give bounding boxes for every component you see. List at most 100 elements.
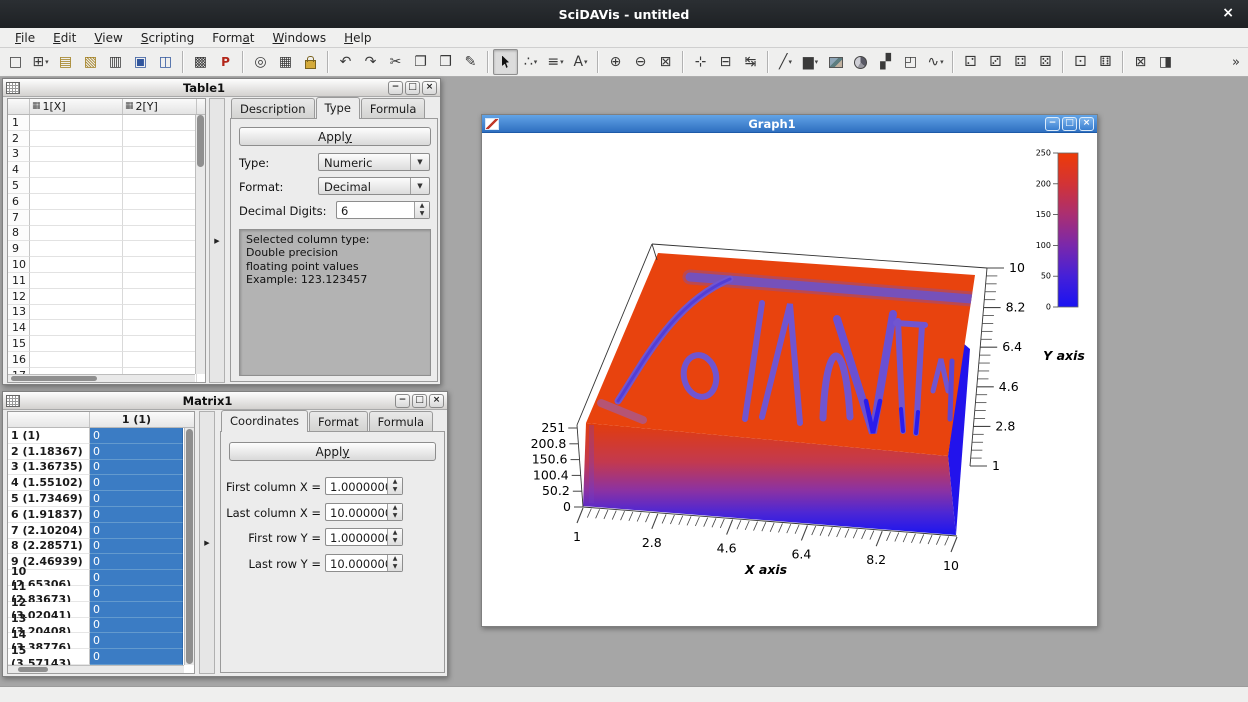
matrix1-close-button[interactable]: × — [429, 394, 444, 408]
toolbar-overflow-icon[interactable]: » — [1232, 55, 1240, 70]
spin-arrows[interactable]: ▲▼ — [387, 504, 402, 520]
table-cell[interactable] — [123, 241, 197, 257]
spin-arrows[interactable]: ▲▼ — [387, 529, 402, 545]
apply-button[interactable]: Apply — [229, 442, 436, 461]
coord-field-spinbox[interactable]: 1.00000000▲▼ — [325, 477, 403, 495]
table-cell[interactable] — [30, 210, 123, 226]
matrix-cell[interactable]: 0 — [90, 618, 183, 634]
table-cell[interactable] — [30, 178, 123, 194]
plot-pie-button[interactable] — [848, 49, 873, 75]
row-number-cell[interactable]: 12 — [8, 289, 30, 305]
matrix-row-header[interactable]: 7 (2.10204) — [8, 523, 90, 539]
matrix-row-header[interactable]: 3 (1.36735) — [8, 460, 90, 476]
new-aspect-button[interactable]: ⊞▾ — [28, 49, 53, 75]
table-cell[interactable] — [123, 162, 197, 178]
menu-item-scripting[interactable]: Scripting — [132, 29, 203, 47]
matrix-cell[interactable]: 0 — [90, 523, 183, 539]
matrix-row-header[interactable]: 15 (3.57143) — [8, 649, 90, 665]
spin-up-icon[interactable]: ▲ — [388, 529, 402, 537]
plot3d-ribbon-button[interactable]: ⚁ — [958, 49, 983, 75]
matrix-cell[interactable]: 0 — [90, 539, 183, 555]
row-number-cell[interactable]: 1 — [8, 115, 30, 131]
row-number-cell[interactable]: 5 — [8, 178, 30, 194]
matrix-cell[interactable]: 0 — [90, 428, 183, 444]
spin-up-icon[interactable]: ▲ — [388, 504, 402, 512]
table1-panel-collapse-strip[interactable]: ▶ — [209, 98, 225, 383]
script-editor-button[interactable]: ✎ — [458, 49, 483, 75]
matrix-row-header[interactable]: 1 (1) — [8, 428, 90, 444]
zoom-out-button[interactable]: ⊖ — [628, 49, 653, 75]
spin-down-icon[interactable]: ▼ — [388, 486, 402, 494]
table1-minimize-button[interactable]: − — [388, 81, 403, 95]
graph1-maximize-button[interactable]: □ — [1062, 117, 1077, 131]
plot-image-button[interactable] — [823, 49, 848, 75]
table-cell[interactable] — [30, 241, 123, 257]
decimal-digits-spinbox[interactable]: 6 ▲▼ — [336, 201, 430, 219]
cut-selection-button[interactable]: ✂ — [383, 49, 408, 75]
import-ascii-button[interactable]: ▥ — [103, 49, 128, 75]
table-cell[interactable] — [123, 257, 197, 273]
row-number-cell[interactable]: 4 — [8, 162, 30, 178]
add-text-button[interactable]: A▾ — [568, 49, 593, 75]
matrix-cell[interactable]: 0 — [90, 633, 183, 649]
row-number-cell[interactable]: 9 — [8, 241, 30, 257]
table-cell[interactable] — [123, 131, 197, 147]
copy-selection-button[interactable]: ❐ — [408, 49, 433, 75]
table-cell[interactable] — [123, 115, 197, 131]
plot3d-bars-button[interactable]: ⚂ — [983, 49, 1008, 75]
table-cell[interactable] — [123, 336, 197, 352]
matrix-cell[interactable]: 0 — [90, 460, 183, 476]
row-number-cell[interactable]: 15 — [8, 336, 30, 352]
plot3d-polygons-button[interactable]: ⚅ — [1093, 49, 1118, 75]
undo-button[interactable]: ↶ — [333, 49, 358, 75]
plot3d-trajectory-button[interactable]: ⚀ — [1068, 49, 1093, 75]
table1-vscrollbar[interactable] — [195, 115, 205, 374]
menu-item-view[interactable]: View — [85, 29, 131, 47]
table1-column-header[interactable]: ▦1[X] — [30, 99, 123, 114]
save-template-button[interactable]: ◫ — [153, 49, 178, 75]
data-reader-button[interactable]: ⊹ — [688, 49, 713, 75]
table-to-matrix-button[interactable]: ⊠ — [1128, 49, 1153, 75]
table-cell[interactable] — [123, 352, 197, 368]
zoom-in-button[interactable]: ⊕ — [603, 49, 628, 75]
new-project-button[interactable]: □ — [3, 49, 28, 75]
matrix1-titlebar[interactable]: Matrix1 −□× — [3, 392, 447, 410]
paste-selection-button[interactable]: ❒ — [433, 49, 458, 75]
spin-down-icon[interactable]: ▼ — [388, 563, 402, 571]
table1-column-header[interactable]: ▦2[Y] — [123, 99, 197, 114]
move-data-points-button[interactable]: ↹ — [738, 49, 763, 75]
plot-special-button[interactable]: ∿▾ — [923, 49, 948, 75]
graph1-close-button[interactable]: × — [1079, 117, 1094, 131]
row-number-cell[interactable]: 13 — [8, 305, 30, 321]
menu-item-windows[interactable]: Windows — [264, 29, 336, 47]
row-number-cell[interactable]: 6 — [8, 194, 30, 210]
table-cell[interactable] — [30, 115, 123, 131]
menu-item-help[interactable]: Help — [335, 29, 380, 47]
coord-field-spinbox[interactable]: 1.00000000▲▼ — [325, 528, 403, 546]
graph1-titlebar[interactable]: Graph1 −□× — [482, 115, 1097, 133]
matrix1-grid[interactable]: 1 (1)1 (1)02 (1.18367)03 (1.36735)04 (1.… — [7, 411, 195, 674]
row-number-cell[interactable]: 3 — [8, 147, 30, 163]
select-data-range-button[interactable]: ⊟ — [713, 49, 738, 75]
row-number-cell[interactable]: 16 — [8, 352, 30, 368]
table-cell[interactable] — [30, 336, 123, 352]
save-project-button[interactable]: ▣ — [128, 49, 153, 75]
apply-button[interactable]: Apply — [239, 127, 431, 146]
row-number-cell[interactable]: 14 — [8, 320, 30, 336]
table1-tab-description[interactable]: Description — [231, 98, 315, 119]
table-cell[interactable] — [30, 162, 123, 178]
surface-plot-canvas[interactable]: 251200.8150.6100.450.20 12.84.66.48.210 … — [483, 133, 1096, 625]
coord-field-spinbox[interactable]: 10.00000000▲▼ — [325, 554, 403, 572]
matrix-cell[interactable]: 0 — [90, 649, 183, 665]
table-cell[interactable] — [30, 257, 123, 273]
row-number-cell[interactable]: 8 — [8, 226, 30, 242]
plot-histogram-button[interactable]: ▞ — [873, 49, 898, 75]
print-button[interactable]: ▩ — [188, 49, 213, 75]
matrix-row-header[interactable]: 5 (1.73469) — [8, 491, 90, 507]
spin-arrows[interactable]: ▲▼ — [387, 555, 402, 571]
matrix-row-header[interactable]: 8 (2.28571) — [8, 539, 90, 555]
matrix1-maximize-button[interactable]: □ — [412, 394, 427, 408]
table-cell[interactable] — [30, 320, 123, 336]
row-number-cell[interactable]: 7 — [8, 210, 30, 226]
add-column-button[interactable]: ◨ — [1153, 49, 1178, 75]
